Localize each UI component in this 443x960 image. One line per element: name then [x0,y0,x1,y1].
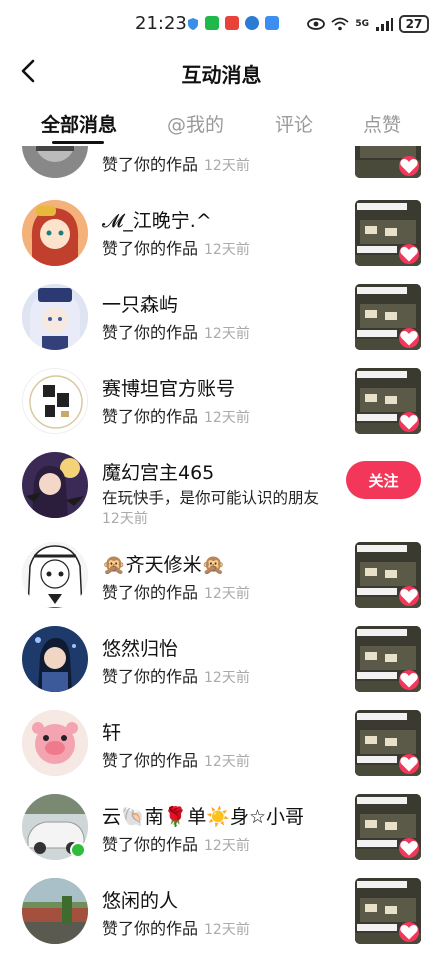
video-thumbnail[interactable] [355,146,421,178]
video-thumbnail[interactable] [355,710,421,776]
action-text: 赞了你的作品 12天前 [102,407,250,426]
heart-icon [399,586,419,606]
user-name[interactable]: 赛博坦官方账号 [102,374,235,401]
online-status-dot [70,842,86,858]
avatar[interactable] [22,200,88,266]
action-text: 赞了你的作品 12天前 [102,667,250,686]
action-text: 赞了你的作品 12天前 [102,239,250,258]
user-name[interactable]: 悠然归怡 [102,634,178,661]
heart-icon [399,838,419,858]
avatar[interactable] [22,368,88,434]
action-text: 赞了你的作品 12天前 [102,919,250,938]
list-item[interactable]: 轩 赞了你的作品 12天前 [0,708,443,792]
video-thumbnail[interactable] [355,368,421,434]
heart-icon [399,922,419,942]
eye-icon [307,18,326,30]
avatar[interactable] [22,542,88,608]
action-text: 赞了你的作品 12天前 [102,751,250,770]
list-item[interactable]: 赛博坦官方账号 赞了你的作品 12天前 [0,364,443,448]
video-thumbnail[interactable] [355,794,421,860]
user-name[interactable]: 𝓜_江晚宁.^ [102,206,212,233]
status-right: 5G 27 [307,14,429,34]
message-list[interactable]: 赞了你的作品 12天前 𝓜_江晚宁.^ 赞了你的作品 12天前 一只森屿 赞了你的作… [0,146,443,960]
user-name[interactable]: 🙊齐天修米🙊 [102,550,225,577]
app-notification-icon [225,16,239,30]
user-name[interactable]: 悠闲的人 [102,886,178,913]
circle-notification-icon [245,16,259,30]
list-item[interactable]: 赞了你的作品 12天前 [0,146,443,196]
action-text: 赞了你的作品 12天前 [102,583,250,602]
user-name[interactable]: 魔幻宫主465 [102,458,214,485]
avatar[interactable] [22,878,88,944]
battery-indicator: 27 [399,15,429,33]
wifi-icon [331,17,349,31]
tab-bar: 全部消息 @我的 评论 点赞 [0,100,443,146]
video-thumbnail[interactable] [355,878,421,944]
avatar[interactable] [22,452,88,518]
video-thumbnail[interactable] [355,542,421,608]
tab-likes[interactable]: 点赞 [363,110,401,137]
user-name[interactable]: 一只森屿 [102,290,178,317]
tab-all-messages[interactable]: 全部消息 [41,110,117,137]
list-item[interactable]: 一只森屿 赞了你的作品 12天前 [0,280,443,364]
avatar[interactable] [22,710,88,776]
video-thumbnail[interactable] [355,284,421,350]
heart-icon [399,328,419,348]
chat-notification-icon [205,16,219,30]
user-name[interactable]: 云🐚南🌹单☀️身☆小哥 [102,802,304,829]
avatar[interactable] [22,626,88,692]
action-text: 赞了你的作品 12天前 [102,835,250,854]
video-thumbnail[interactable] [355,200,421,266]
list-item[interactable]: 𝓜_江晚宁.^ 赞了你的作品 12天前 [0,196,443,280]
list-item[interactable]: 魔幻宫主465 在玩快手，是你可能认识的朋友 12天前 关注 [0,448,443,538]
page-title: 互动消息 [181,63,262,87]
tab-mentions[interactable]: @我的 [167,110,224,137]
list-item[interactable]: 🙊齐天修米🙊 赞了你的作品 12天前 [0,540,443,624]
heart-icon [399,754,419,774]
tab-active-indicator [52,141,104,144]
list-item[interactable]: 悠闲的人 赞了你的作品 12天前 [0,876,443,960]
status-time: 21:23 [135,13,187,34]
heart-icon [399,670,419,690]
shield-notification-icon [186,16,200,30]
heart-icon [399,412,419,432]
cloud-notification-icon [265,16,279,30]
network-type-label: 5G [355,19,369,29]
header: 互动消息 [0,48,443,96]
heart-icon [399,156,419,176]
heart-icon [399,244,419,264]
follow-button[interactable]: 关注 [346,461,421,499]
list-item[interactable]: 云🐚南🌹单☀️身☆小哥 赞了你的作品 12天前 [0,792,443,876]
user-name[interactable]: 轩 [102,718,121,745]
time-text: 12天前 [102,511,148,527]
video-thumbnail[interactable] [355,626,421,692]
tab-comments[interactable]: 评论 [275,110,313,137]
suggestion-text: 在玩快手，是你可能认识的朋友 [102,489,320,507]
avatar[interactable] [22,284,88,350]
signal-bars-icon [376,18,393,31]
action-text: 赞了你的作品 12天前 [102,155,250,174]
action-text: 赞了你的作品 12天前 [102,323,250,342]
avatar[interactable] [22,146,88,178]
list-item[interactable]: 悠然归怡 赞了你的作品 12天前 [0,624,443,708]
status-bar: 21:23 5G 27 [0,0,443,48]
